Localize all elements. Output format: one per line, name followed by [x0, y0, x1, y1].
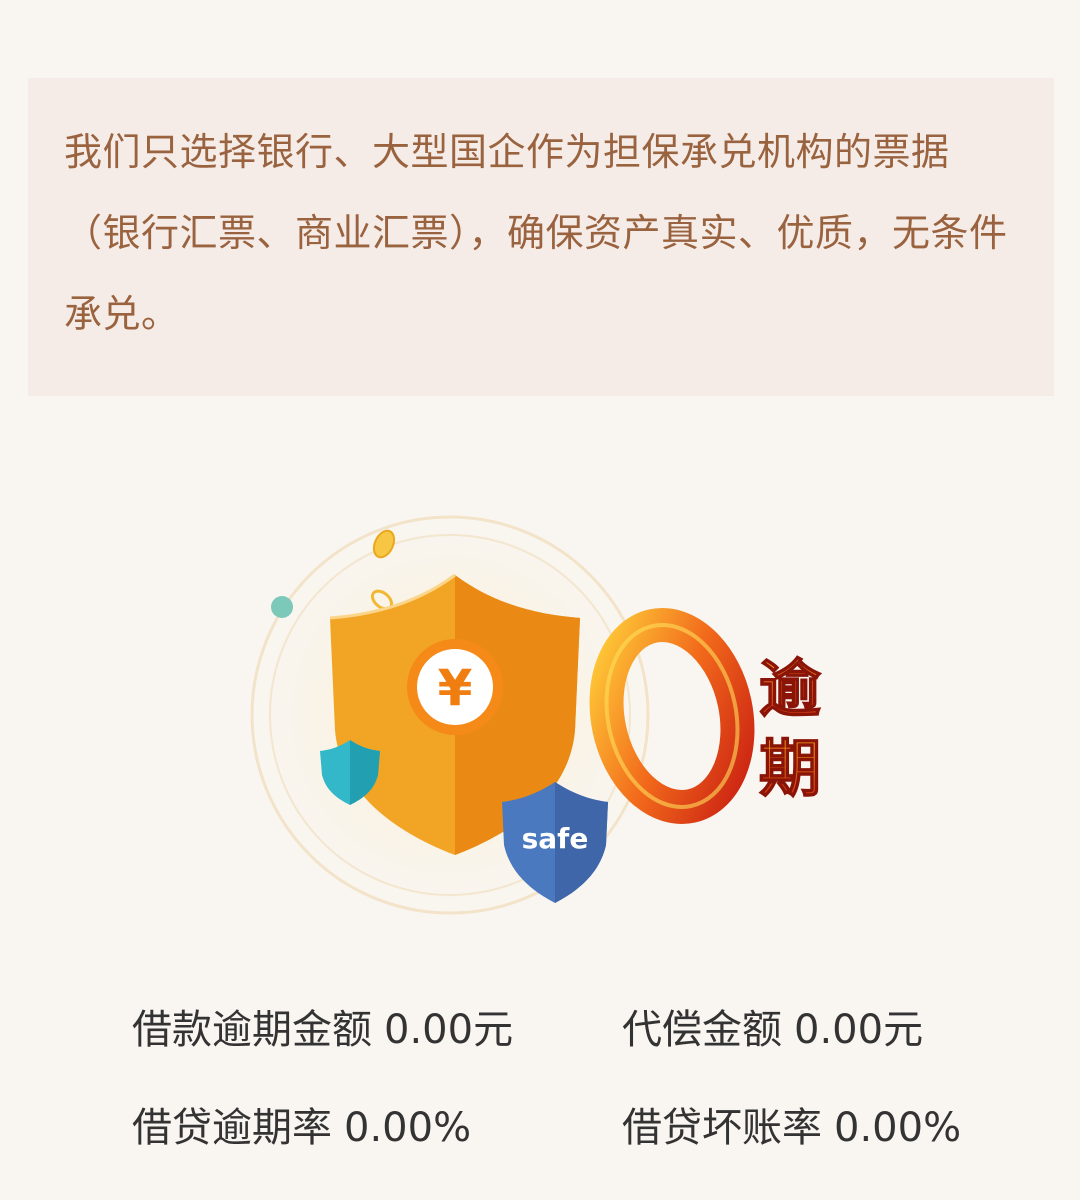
- stat-value: 0.00元: [384, 1007, 514, 1053]
- svg-text:期: 期: [759, 732, 821, 805]
- stat-label: 借贷逾期率: [132, 1105, 332, 1151]
- security-illustration: ¥ safe 逾 期: [240, 500, 840, 930]
- stat-bad-debt-rate: 借贷坏账率 0.00%: [622, 1104, 961, 1152]
- svg-text:逾: 逾: [759, 652, 821, 725]
- accent-dot-icon: [271, 596, 293, 618]
- stat-compensation-amount: 代偿金额 0.00元: [622, 1006, 923, 1054]
- svg-text:safe: safe: [522, 822, 589, 855]
- yen-coin-icon: ¥: [407, 639, 503, 735]
- stat-value: 0.00元: [794, 1007, 924, 1053]
- stat-value: 0.00%: [834, 1105, 962, 1151]
- svg-text:¥: ¥: [438, 659, 473, 717]
- stat-overdue-rate: 借贷逾期率 0.00%: [132, 1104, 471, 1152]
- notice-box: 我们只选择银行、大型国企作为担保承兑机构的票据（银行汇票、商业汇票），确保资产真…: [28, 78, 1054, 396]
- stat-loan-overdue-amount: 借款逾期金额 0.00元: [132, 1006, 513, 1054]
- stat-value: 0.00%: [344, 1105, 472, 1151]
- stat-label: 代偿金额: [622, 1007, 782, 1053]
- stat-label: 借贷坏账率: [622, 1105, 822, 1151]
- stat-label: 借款逾期金额: [132, 1007, 372, 1053]
- notice-text: 我们只选择银行、大型国企作为担保承兑机构的票据（银行汇票、商业汇票），确保资产真…: [64, 130, 1008, 336]
